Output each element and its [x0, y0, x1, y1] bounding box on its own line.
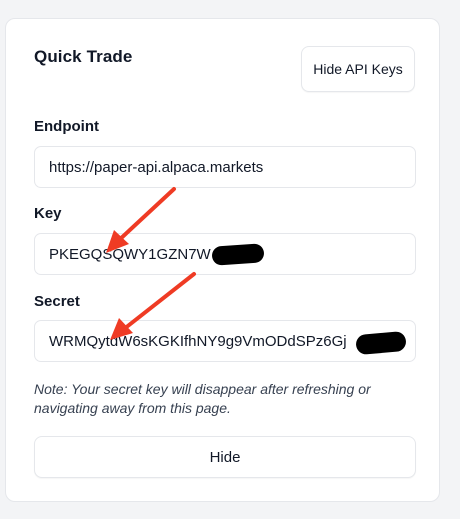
- secret-key-note: Note: Your secret key will disappear aft…: [34, 381, 371, 416]
- key-label: Key: [34, 205, 62, 222]
- hide-api-keys-button[interactable]: Hide API Keys: [301, 46, 415, 92]
- key-redaction-scribble: [211, 243, 265, 266]
- endpoint-input[interactable]: [34, 146, 416, 188]
- endpoint-label: Endpoint: [34, 118, 99, 135]
- secret-label: Secret: [34, 293, 80, 310]
- hide-button[interactable]: Hide: [34, 436, 416, 478]
- card-title: Quick Trade: [34, 47, 133, 66]
